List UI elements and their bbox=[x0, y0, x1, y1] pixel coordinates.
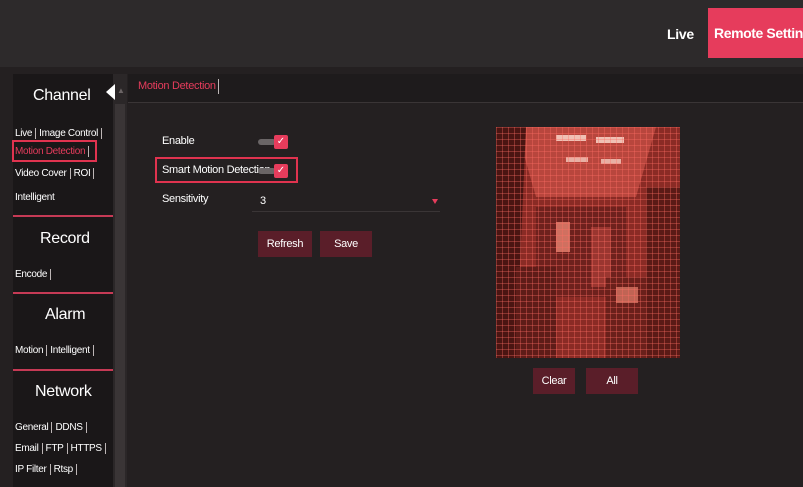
remote-setting-tab[interactable]: Remote Setting bbox=[708, 8, 803, 58]
divider bbox=[51, 422, 53, 433]
main-panel bbox=[128, 74, 803, 487]
sensitivity-value: 3 bbox=[260, 195, 267, 207]
sidebar-item-roi[interactable]: ROI bbox=[74, 168, 91, 179]
sensitivity-label: Sensitivity bbox=[162, 193, 209, 205]
divider bbox=[69, 168, 71, 179]
smart-motion-label: Smart Motion Detection bbox=[162, 164, 271, 176]
collapse-left-icon[interactable] bbox=[106, 84, 115, 100]
sidebar-row-motion-alarm: Motion Intelligent bbox=[15, 345, 97, 356]
section-title-alarm[interactable]: Alarm bbox=[45, 306, 86, 324]
sidebar-item-video-cover[interactable]: Video Cover bbox=[15, 168, 67, 179]
camera-preview[interactable] bbox=[496, 127, 680, 358]
divider bbox=[92, 345, 94, 356]
section-divider bbox=[13, 215, 113, 217]
section-title-record[interactable]: Record bbox=[40, 230, 90, 248]
tab-divider bbox=[218, 79, 219, 94]
sidebar-item-intelligent[interactable]: Intelligent bbox=[15, 192, 55, 203]
sidebar-item-ftp[interactable]: FTP bbox=[46, 443, 64, 454]
check-icon: ✓ bbox=[274, 164, 288, 178]
divider bbox=[93, 168, 95, 179]
section-title-channel[interactable]: Channel bbox=[33, 87, 91, 105]
smart-motion-checkbox[interactable]: ✓ bbox=[258, 164, 290, 178]
sidebar-item-motion[interactable]: Motion bbox=[15, 345, 44, 356]
top-bar: Live Remote Setting bbox=[0, 0, 803, 67]
section-title-network[interactable]: Network bbox=[35, 383, 92, 401]
section-divider bbox=[13, 292, 113, 294]
sidebar-row-video-cover: Video Cover ROI bbox=[15, 168, 97, 179]
scrollbar-thumb[interactable] bbox=[115, 104, 125, 487]
clear-button[interactable]: Clear bbox=[533, 368, 575, 394]
divider bbox=[35, 128, 37, 139]
divider bbox=[88, 146, 90, 157]
sidebar-item-live[interactable]: Live bbox=[15, 128, 32, 139]
sidebar-item-intelligent-alarm[interactable]: Intelligent bbox=[50, 345, 90, 356]
enable-checkbox[interactable]: ✓ bbox=[258, 135, 290, 149]
sidebar-item-encode[interactable]: Encode bbox=[15, 269, 47, 280]
sidebar-item-ddns[interactable]: DDNS bbox=[55, 422, 82, 433]
divider bbox=[50, 269, 52, 280]
sidebar-scrollbar[interactable] bbox=[113, 74, 127, 487]
scroll-up-icon[interactable]: ▲ bbox=[117, 86, 125, 95]
sidebar-row-general: General DDNS bbox=[15, 422, 90, 433]
divider bbox=[46, 345, 48, 356]
refresh-button[interactable]: Refresh bbox=[258, 231, 312, 257]
tab-motion-detection[interactable]: Motion Detection bbox=[138, 80, 216, 92]
dropdown-arrow-icon bbox=[432, 199, 438, 204]
enable-label: Enable bbox=[162, 135, 195, 147]
sidebar-item-image-control[interactable]: Image Control bbox=[39, 128, 98, 139]
live-tab[interactable]: Live bbox=[667, 20, 694, 48]
check-icon: ✓ bbox=[274, 135, 288, 149]
sidebar-row-encode: Encode bbox=[15, 269, 54, 280]
sidebar-item-ip-filter[interactable]: IP Filter bbox=[15, 464, 47, 475]
divider bbox=[104, 443, 106, 454]
section-divider bbox=[13, 369, 113, 371]
divider bbox=[41, 443, 43, 454]
sidebar-item-https[interactable]: HTTPS bbox=[71, 443, 103, 454]
sidebar-item-motion-detection[interactable]: Motion Detection bbox=[15, 146, 86, 157]
sidebar-row-ip-filter: IP Filter Rtsp bbox=[15, 464, 80, 475]
sidebar-item-rtsp[interactable]: Rtsp bbox=[54, 464, 74, 475]
divider bbox=[66, 443, 68, 454]
save-button[interactable]: Save bbox=[320, 231, 372, 257]
sidebar-item-general[interactable]: General bbox=[15, 422, 49, 433]
divider bbox=[75, 464, 77, 475]
select-all-button[interactable]: All bbox=[586, 368, 638, 394]
sidebar-row-intelligent: Intelligent bbox=[15, 192, 55, 203]
sidebar-row-motion: Motion Detection bbox=[15, 146, 92, 157]
sidebar-row-live: Live Image Control bbox=[15, 128, 105, 139]
tab-bar bbox=[128, 74, 803, 103]
motion-grid-overlay[interactable] bbox=[496, 127, 680, 358]
divider bbox=[49, 464, 51, 475]
sidebar-item-email[interactable]: Email bbox=[15, 443, 39, 454]
divider bbox=[85, 422, 87, 433]
divider bbox=[101, 128, 103, 139]
sensitivity-select[interactable]: 3 bbox=[252, 193, 440, 212]
sidebar-row-email: Email FTP HTTPS bbox=[15, 443, 109, 454]
